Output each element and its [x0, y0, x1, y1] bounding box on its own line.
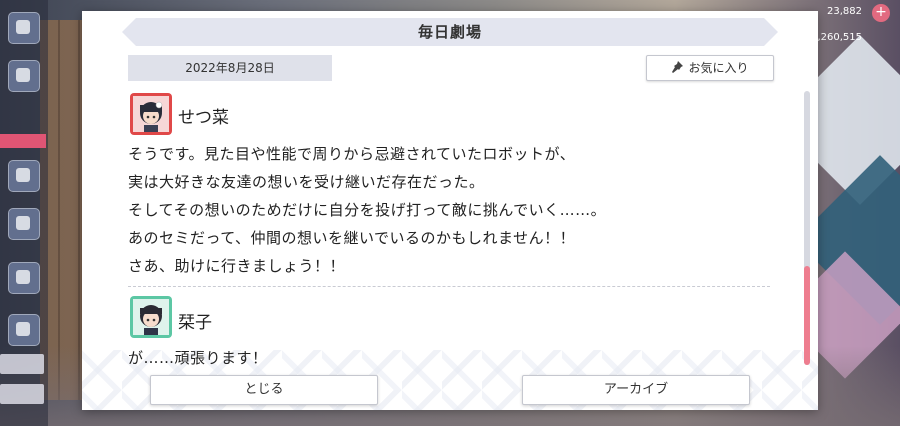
- speaker-name: せつ菜: [178, 108, 229, 128]
- plus-icon[interactable]: +: [872, 4, 890, 22]
- pin-icon: [671, 57, 684, 73]
- dialogue-line: あのセミだって、仲間の想いを継いでいるのかもしれません！！: [128, 229, 576, 247]
- trophy-icon[interactable]: [8, 262, 40, 294]
- speaker-name: 栞子: [178, 313, 212, 333]
- daily-theater-dialog: 毎日劇場 2022年8月28日 お気に入り せつ菜 そうです。見た目や性能で周り…: [82, 11, 818, 410]
- favorite-label: お気に入り: [688, 61, 749, 75]
- left-sidebar: [0, 0, 48, 426]
- menu-icon[interactable]: [8, 12, 40, 44]
- dialogue-line: が……頑張ります！: [128, 349, 268, 367]
- dialogue-line: そうです。見た目や性能で周りから忌避されていたロボットが、: [128, 145, 576, 163]
- archive-button[interactable]: アーカイブ: [522, 375, 750, 405]
- shioriko-avatar: [130, 296, 172, 338]
- side-shortcut[interactable]: [0, 354, 44, 374]
- dialogue-line: そしてその想いのためだけに自分を投げ打って敵に挑んでいく……。: [128, 201, 607, 219]
- dialogue-line: 実は大好きな友達の想いを受け継いだ存在だった。: [128, 173, 485, 191]
- chat-icon[interactable]: [8, 60, 40, 92]
- gift-icon[interactable]: [8, 160, 40, 192]
- scrollbar-thumb[interactable]: [804, 266, 810, 365]
- entry-divider: [128, 286, 770, 287]
- screen-icon[interactable]: [8, 208, 40, 240]
- expand-icon[interactable]: [8, 314, 40, 346]
- side-shortcut[interactable]: [0, 384, 44, 404]
- currency-value: 23,882: [827, 6, 862, 17]
- dialog-title: 毎日劇場: [122, 18, 778, 46]
- scrollbar[interactable]: [804, 91, 810, 365]
- dialogue-line: さあ、助けに行きましょう！！: [128, 257, 346, 275]
- date-label: 2022年8月28日: [128, 55, 332, 81]
- favorite-button[interactable]: お気に入り: [646, 55, 774, 81]
- setsuna-avatar: [130, 93, 172, 135]
- currency-value: 2,260,515: [811, 32, 862, 43]
- close-button[interactable]: とじる: [150, 375, 378, 405]
- dialog-content[interactable]: せつ菜 そうです。見た目や性能で周りから忌避されていたロボットが、 実は大好きな…: [128, 91, 778, 367]
- side-tag: [0, 134, 46, 148]
